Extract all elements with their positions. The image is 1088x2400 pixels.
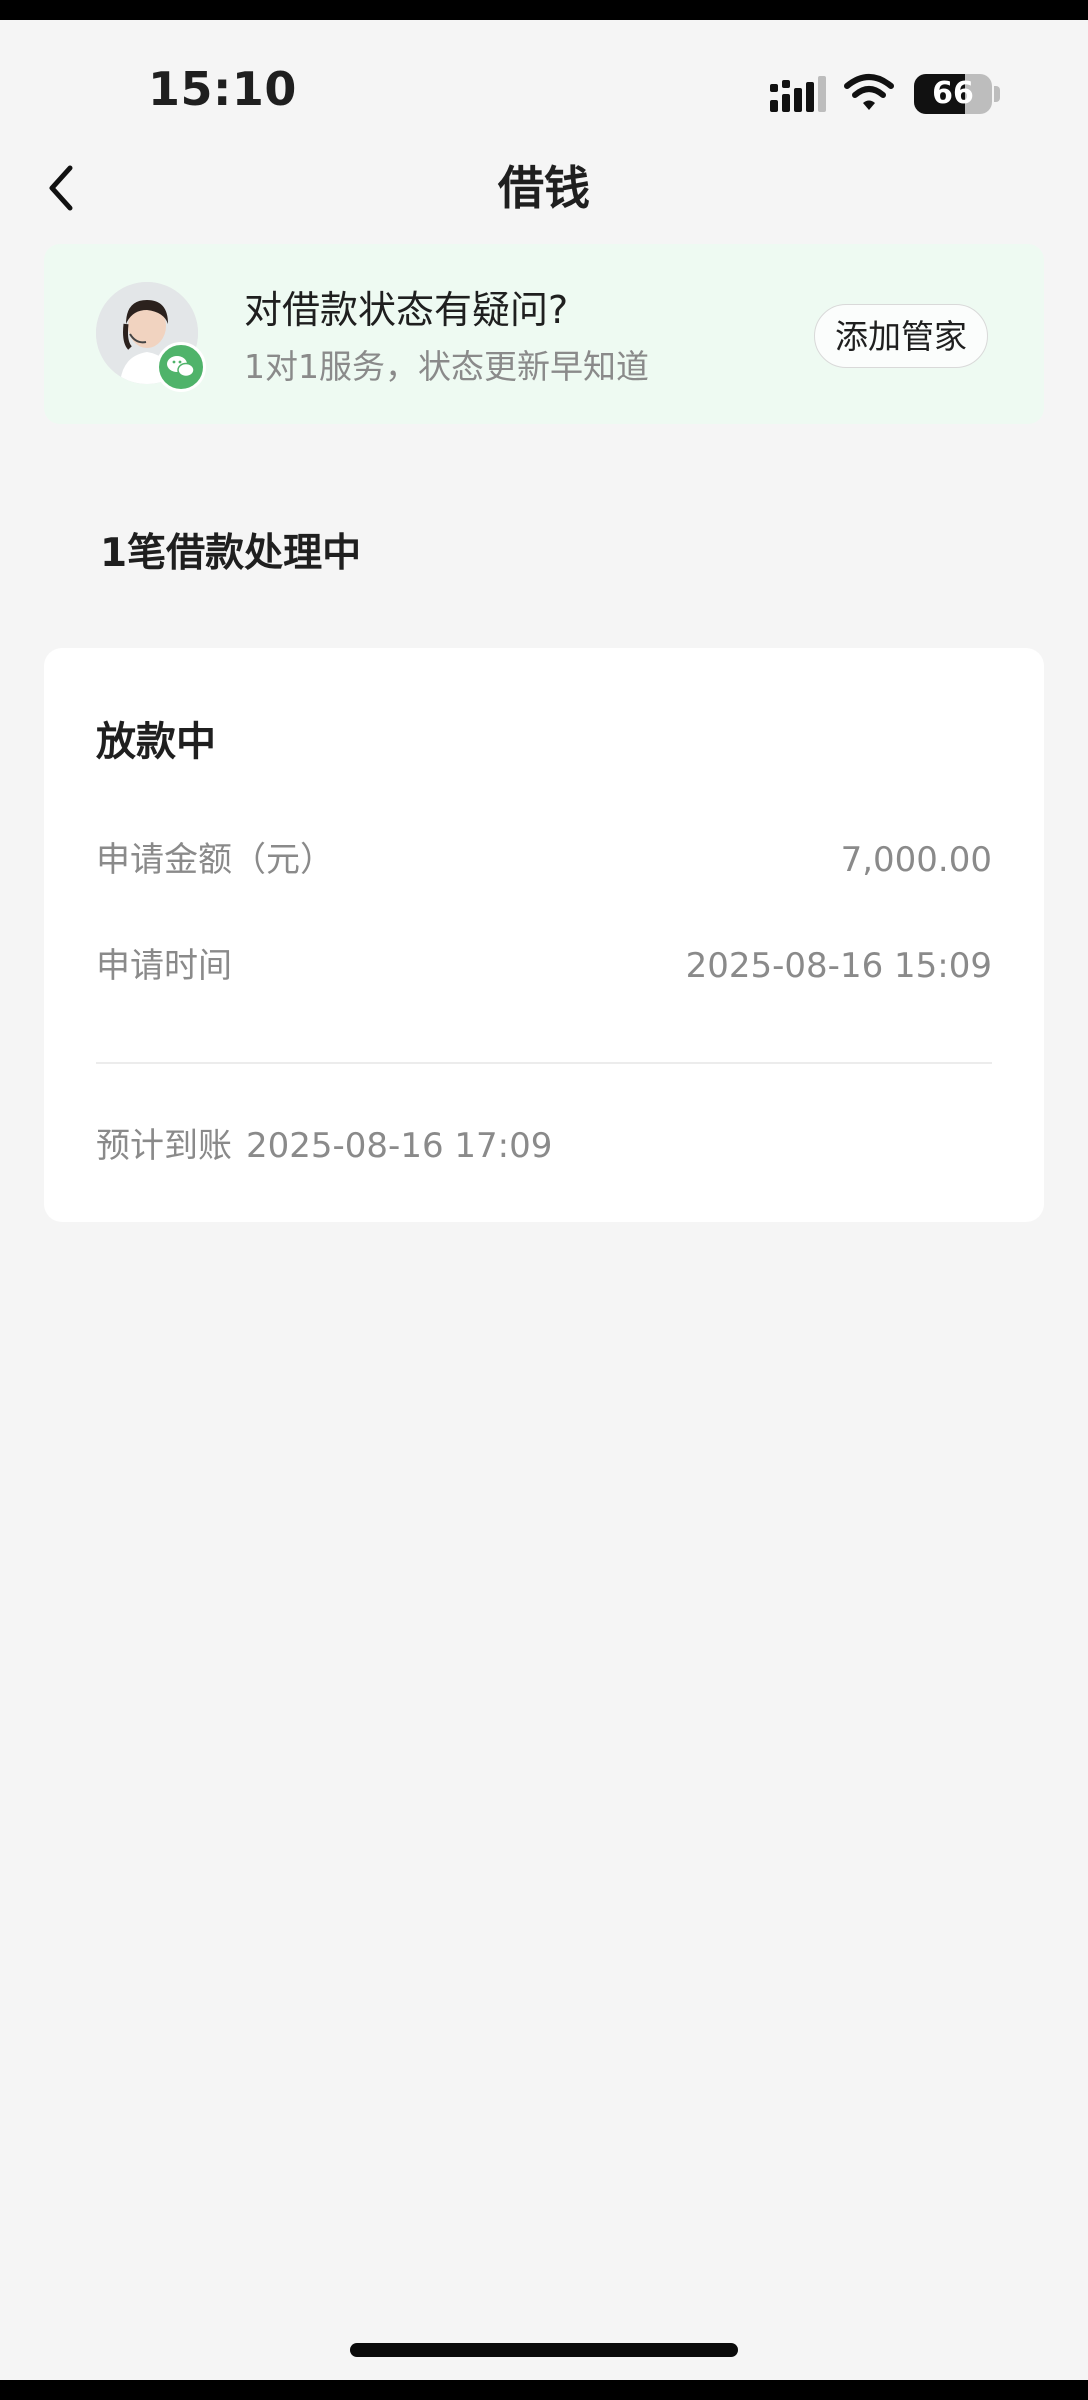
loans-processing-heading: 1笔借款处理中 bbox=[100, 531, 362, 576]
expected-arrival: 预计到账 2025-08-16 17:09 bbox=[96, 1122, 566, 1170]
wechat-icon bbox=[156, 342, 206, 392]
apply-time-value: 2025-08-16 15:09 bbox=[685, 946, 992, 986]
battery-tip bbox=[994, 86, 1000, 102]
wifi-icon bbox=[844, 74, 894, 110]
screen-bottom-edge bbox=[0, 2380, 1088, 2400]
expected-arrival-label: 预计到账 bbox=[96, 1126, 232, 1166]
service-banner[interactable]: 对借款状态有疑问? 1对1服务，状态更新早知道 添加管家 bbox=[44, 244, 1044, 424]
cellular-signal-icon bbox=[770, 76, 826, 112]
banner-subtitle: 1对1服务，状态更新早知道 bbox=[244, 347, 649, 386]
expected-arrival-value: 2025-08-16 17:09 bbox=[246, 1126, 553, 1166]
loan-status: 放款中 bbox=[96, 719, 216, 765]
home-indicator[interactable] bbox=[350, 2343, 738, 2357]
loan-card[interactable]: 放款中 申请金额（元） 7,000.00 申请时间 2025-08-16 15:… bbox=[44, 648, 1044, 1222]
add-steward-button[interactable]: 添加管家 bbox=[814, 304, 988, 368]
banner-title: 对借款状态有疑问? bbox=[244, 288, 569, 332]
status-time: 15:10 bbox=[148, 62, 297, 116]
amount-label: 申请金额（元） bbox=[96, 840, 334, 880]
card-divider bbox=[96, 1062, 992, 1064]
page-title: 借钱 bbox=[498, 161, 590, 215]
apply-time-label: 申请时间 bbox=[96, 946, 232, 986]
battery-indicator: 66 bbox=[914, 74, 992, 114]
battery-percent: 66 bbox=[932, 76, 974, 111]
screen-top-edge bbox=[0, 0, 1088, 20]
amount-value: 7,000.00 bbox=[840, 840, 992, 880]
